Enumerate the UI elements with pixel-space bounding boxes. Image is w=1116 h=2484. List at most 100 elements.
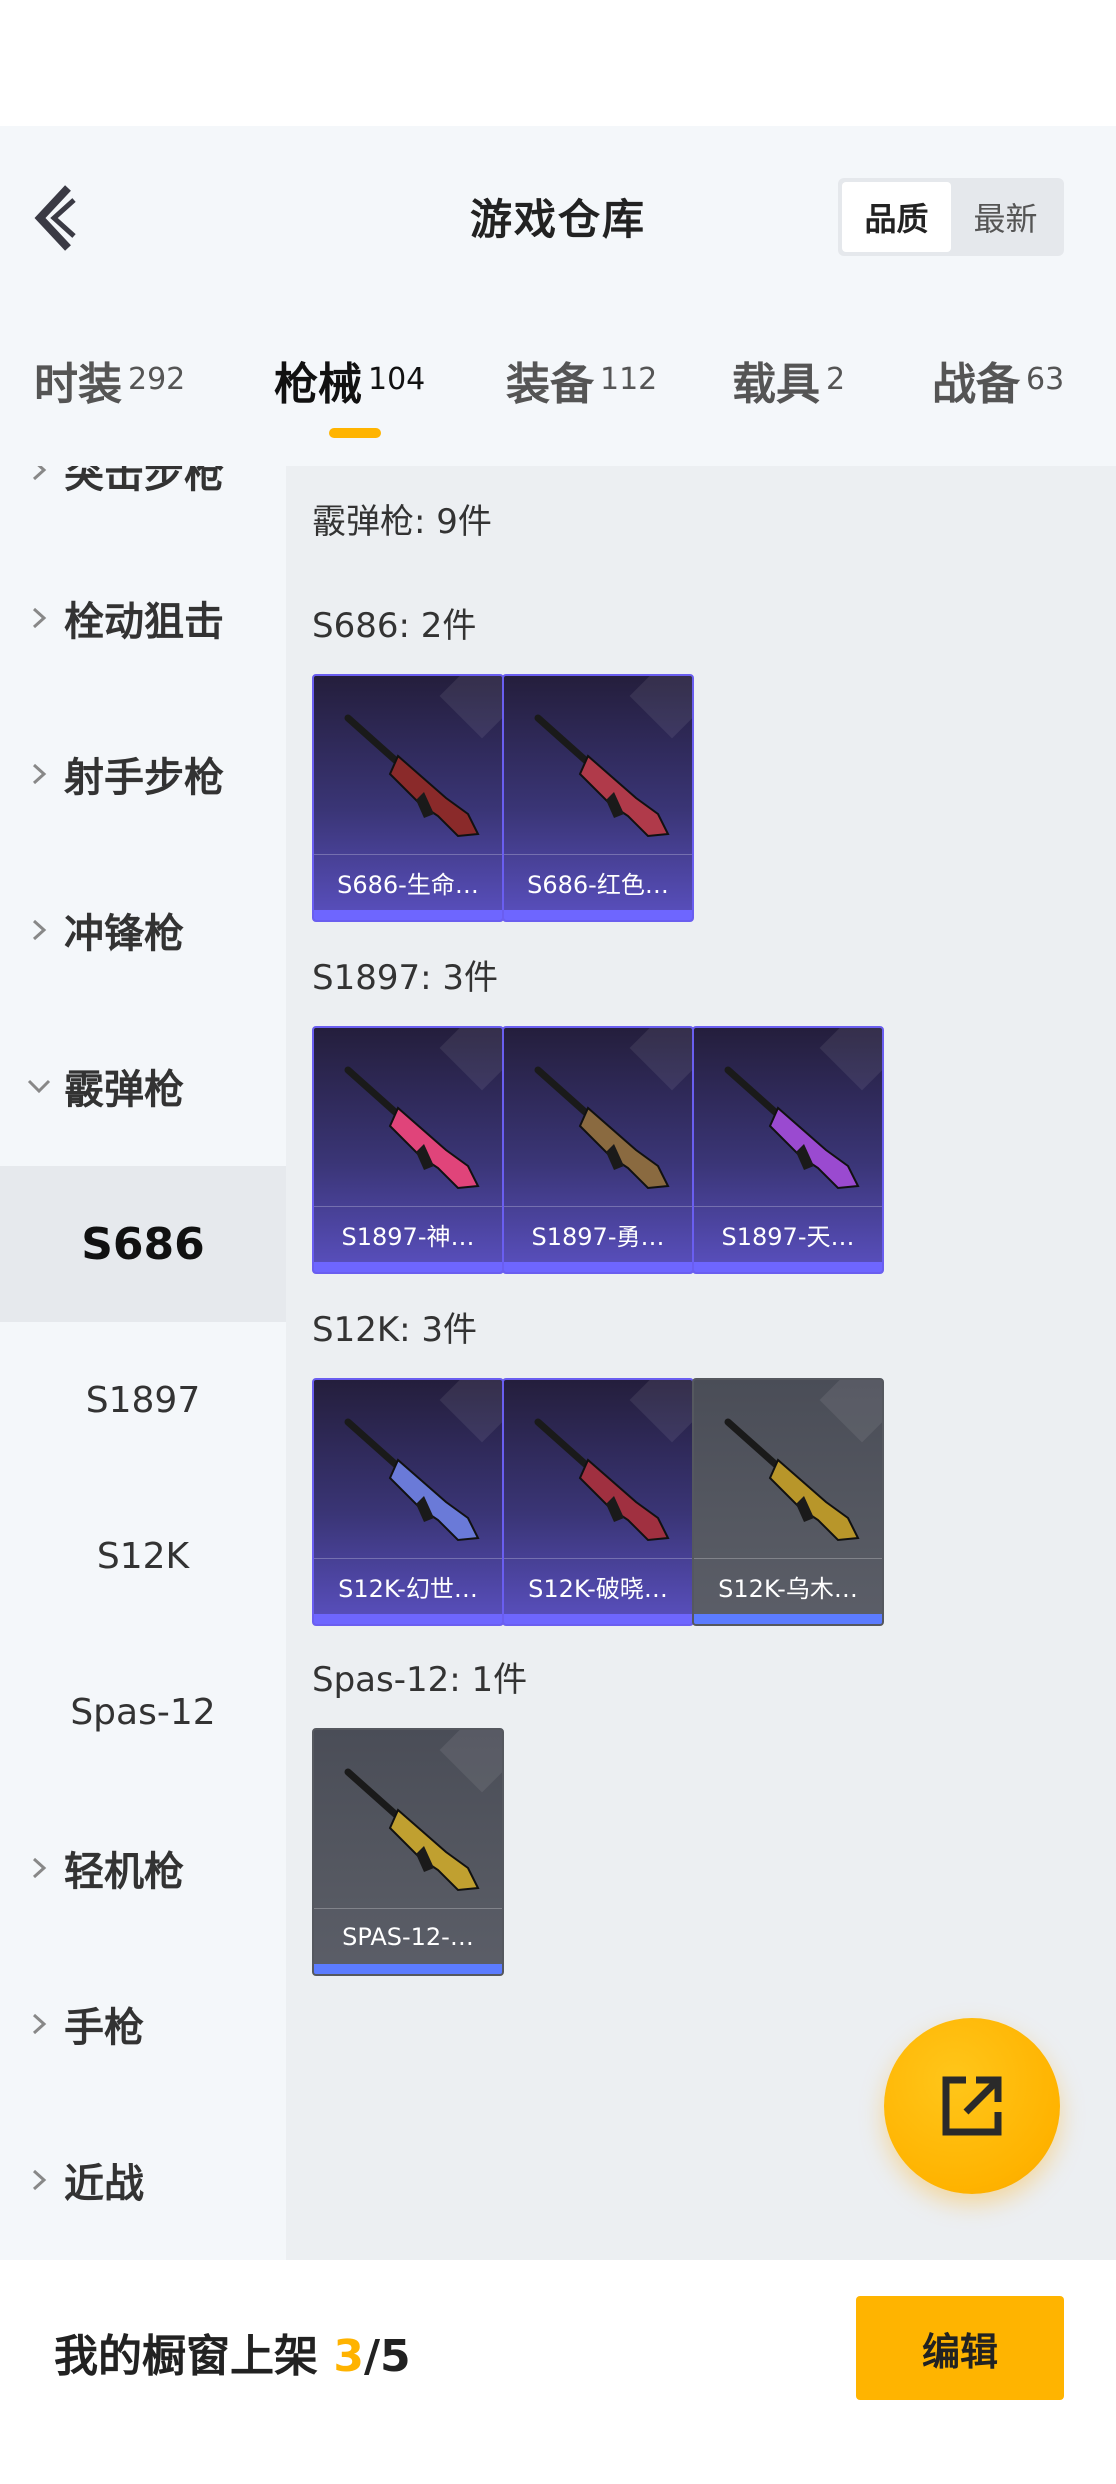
tab-label: 载具: [732, 359, 820, 410]
quality-bar: [314, 1262, 502, 1272]
item-card[interactable]: S1897-天…: [692, 1026, 884, 1274]
tab-equipment[interactable]: 装备 112: [506, 348, 657, 412]
item-name: S1897-神…: [314, 1206, 502, 1262]
item-card[interactable]: S686-生命…: [312, 674, 504, 922]
sidebar-item-melee[interactable]: 近战: [0, 2140, 286, 2220]
shotgun-icon: [724, 1418, 860, 1542]
showcase-bar: 我的橱窗上架 3/5 编辑: [0, 2260, 1116, 2484]
sort-quality-option[interactable]: 品质: [842, 182, 951, 252]
sidebar-item-label: 近战: [64, 2161, 144, 2207]
item-name: S686-红色…: [504, 854, 692, 910]
tab-count: 292: [128, 362, 186, 397]
sidebar-item-assault-rifle[interactable]: 突击步枪: [0, 466, 286, 510]
showcase-label: 我的橱窗上架: [54, 2331, 334, 2382]
sidebar-item-lmg[interactable]: 轻机枪: [0, 1828, 286, 1908]
back-button[interactable]: [28, 178, 98, 258]
header: 游戏仓库 品质 最新: [0, 126, 1116, 306]
item-card[interactable]: S686-红色…: [502, 674, 694, 922]
sidebar-item-pistol[interactable]: 手枪: [0, 1984, 286, 2064]
chevron-right-icon: [32, 919, 47, 941]
item-name: S1897-勇…: [504, 1206, 692, 1262]
chevron-right-icon: [32, 607, 47, 629]
sidebar-item-marksman-rifle[interactable]: 射手步枪: [0, 734, 286, 814]
tab-label: 时装: [34, 359, 122, 410]
quality-bar: [314, 910, 502, 920]
quality-bar: [504, 1262, 692, 1272]
sidebar-item-label: 轻机枪: [64, 1849, 184, 1895]
back-chevron-icon: [34, 185, 76, 251]
sidebar-sub-s686[interactable]: S686: [0, 1166, 286, 1322]
tab-fashion[interactable]: 时装 292: [34, 348, 185, 412]
share-external-icon: [942, 2076, 1002, 2136]
section-title: S12K: 3件: [312, 1310, 478, 1350]
edit-button[interactable]: 编辑: [856, 2296, 1064, 2400]
showcase-status: 我的橱窗上架 3/5: [54, 2320, 411, 2384]
quality-bar: [504, 1614, 692, 1624]
shotgun-icon: [534, 714, 670, 838]
item-grid-panel: 霰弹枪: 9件 S686: 2件 S686-生命… S686-红色… S1897:…: [286, 466, 1116, 2260]
chevron-down-icon: [27, 1079, 51, 1094]
tab-label: 战备: [932, 359, 1020, 410]
sidebar-sub-spas12[interactable]: Spas-12: [0, 1634, 286, 1790]
sort-toggle: 品质 最新: [838, 178, 1064, 256]
shotgun-icon: [724, 1066, 860, 1190]
item-card[interactable]: S1897-神…: [312, 1026, 504, 1274]
chevron-right-icon: [32, 2013, 47, 2035]
shotgun-icon: [534, 1418, 670, 1542]
item-name: S12K-破晓…: [504, 1558, 692, 1614]
shotgun-icon: [344, 1066, 480, 1190]
shotgun-icon: [534, 1066, 670, 1190]
sidebar-sub-s1897[interactable]: S1897: [0, 1322, 286, 1478]
sidebar-item-bolt-sniper[interactable]: 栓动狙击: [0, 578, 286, 658]
sidebar-item-label: 突击步枪: [64, 466, 224, 497]
quality-bar: [694, 1614, 882, 1624]
card-row: S1897-神… S1897-勇… S1897-天…: [312, 1026, 884, 1274]
section-title: S686: 2件: [312, 606, 477, 646]
sidebar-item-shotgun[interactable]: 霰弹枪: [0, 1046, 286, 1126]
item-name: S12K-幻世…: [314, 1558, 502, 1614]
item-card[interactable]: S12K-幻世…: [312, 1378, 504, 1626]
sidebar-item-label: 射手步枪: [64, 755, 224, 801]
item-name: S12K-乌木…: [694, 1558, 882, 1614]
status-bar: [0, 0, 1116, 126]
tab-label: 枪械: [274, 359, 362, 410]
chevron-right-icon: [32, 466, 47, 481]
quality-bar: [694, 1262, 882, 1272]
item-card[interactable]: S12K-乌木…: [692, 1378, 884, 1626]
sidebar-item-label: 冲锋枪: [64, 911, 184, 957]
tab-count: 112: [600, 362, 658, 397]
item-card[interactable]: S1897-勇…: [502, 1026, 694, 1274]
card-row: S12K-幻世… S12K-破晓… S12K-乌木…: [312, 1378, 884, 1626]
category-tabs: 时装 292 枪械 104 装备 112 载具 2 战备 63: [0, 306, 1116, 466]
sort-newest-option[interactable]: 最新: [951, 182, 1060, 252]
tab-count: 104: [368, 362, 426, 397]
quality-bar: [504, 910, 692, 920]
weapon-type-sidebar: 突击步枪 栓动狙击 射手步枪 冲锋枪 霰弹枪 S686 S1897 S12K S…: [0, 466, 286, 2260]
active-tab-indicator: [329, 428, 381, 438]
showcase-current-count: 3: [333, 2331, 364, 2382]
tab-label: 装备: [506, 359, 594, 410]
tab-count: 63: [1026, 362, 1065, 397]
tab-vehicles[interactable]: 载具 2: [732, 348, 845, 412]
section-title: S1897: 3件: [312, 958, 499, 998]
sidebar-sub-s12k[interactable]: S12K: [0, 1478, 286, 1634]
sidebar-item-label: 霰弹枪: [64, 1067, 184, 1113]
tab-guns[interactable]: 枪械 104: [274, 348, 425, 412]
card-row: SPAS-12-…: [312, 1728, 504, 1976]
item-card[interactable]: S12K-破晓…: [502, 1378, 694, 1626]
share-button[interactable]: [884, 2018, 1060, 2194]
tab-supplies[interactable]: 战备 63: [932, 348, 1064, 412]
item-card[interactable]: SPAS-12-…: [312, 1728, 504, 1976]
showcase-total: /5: [363, 2331, 411, 2382]
chevron-right-icon: [32, 763, 47, 785]
group-title: 霰弹枪: 9件: [312, 502, 492, 542]
shotgun-icon: [344, 1418, 480, 1542]
sidebar-item-label: 手枪: [64, 2005, 144, 2051]
sidebar-item-smg[interactable]: 冲锋枪: [0, 890, 286, 970]
item-name: S686-生命…: [314, 854, 502, 910]
chevron-right-icon: [32, 1857, 47, 1879]
item-name: SPAS-12-…: [314, 1908, 502, 1964]
shotgun-icon: [344, 714, 480, 838]
chevron-right-icon: [32, 2169, 47, 2191]
card-row: S686-生命… S686-红色…: [312, 674, 694, 922]
